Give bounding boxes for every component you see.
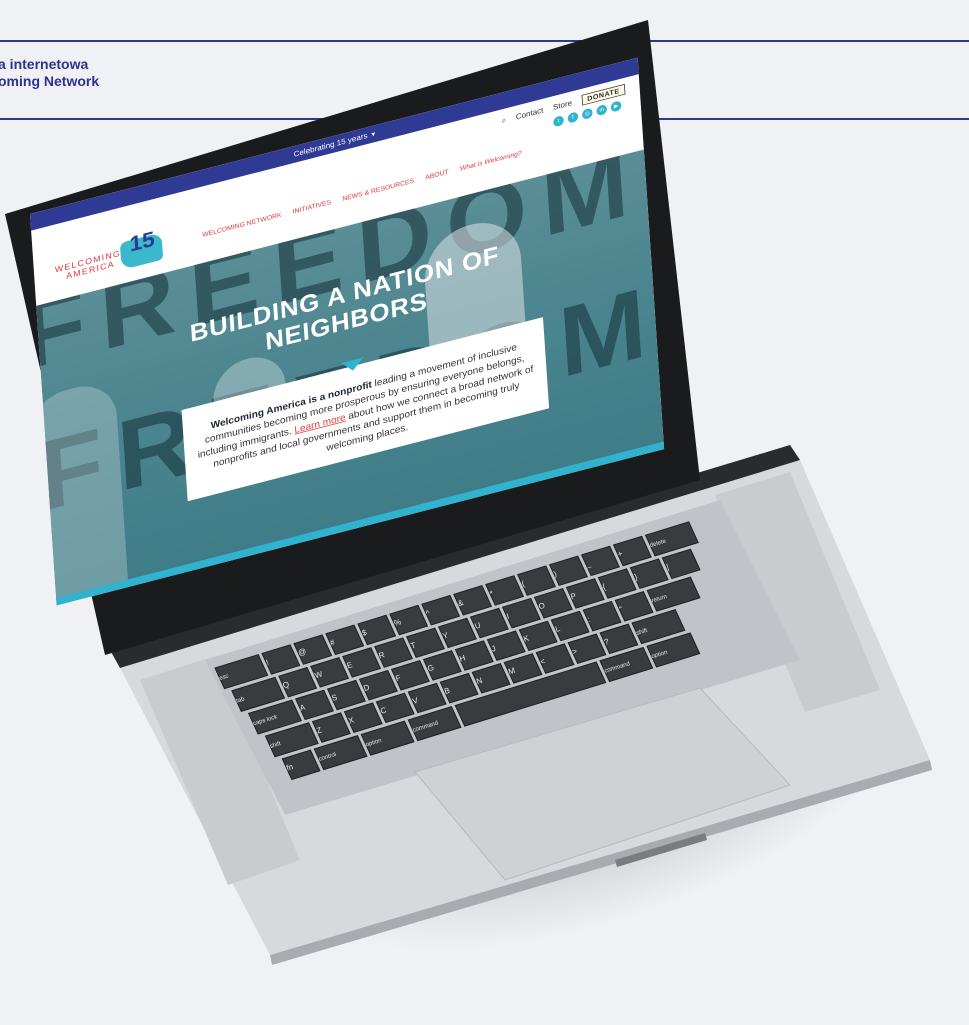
youtube-icon[interactable]: ▶ — [610, 100, 622, 113]
nav-news-resources[interactable]: NEWS & RESOURCES — [342, 176, 414, 202]
store-link[interactable]: Store — [553, 99, 573, 112]
key[interactable] — [661, 548, 701, 580]
key[interactable] — [582, 600, 622, 632]
contact-link[interactable]: Contact — [516, 106, 544, 121]
key[interactable] — [501, 597, 541, 629]
nav-initiatives[interactable]: INITIATIVES — [292, 198, 331, 215]
logo-wordmark: WELCOMING AMERICA — [55, 249, 122, 284]
instagram-icon[interactable]: ◎ — [581, 107, 593, 121]
nav-what-is-welcoming[interactable]: What is Welcoming? — [460, 149, 522, 172]
key[interactable] — [261, 644, 301, 675]
nav-welcoming-network[interactable]: WELCOMING NETWORK — [202, 211, 282, 239]
linkedin-icon[interactable]: in — [596, 103, 608, 117]
nav-about[interactable]: ABOUT — [425, 168, 449, 182]
chevron-down-icon: ▾ — [371, 129, 376, 139]
twitter-icon[interactable]: t — [553, 114, 565, 128]
facebook-icon[interactable]: f — [567, 111, 579, 124]
search-icon[interactable]: ⌕ — [501, 116, 506, 125]
